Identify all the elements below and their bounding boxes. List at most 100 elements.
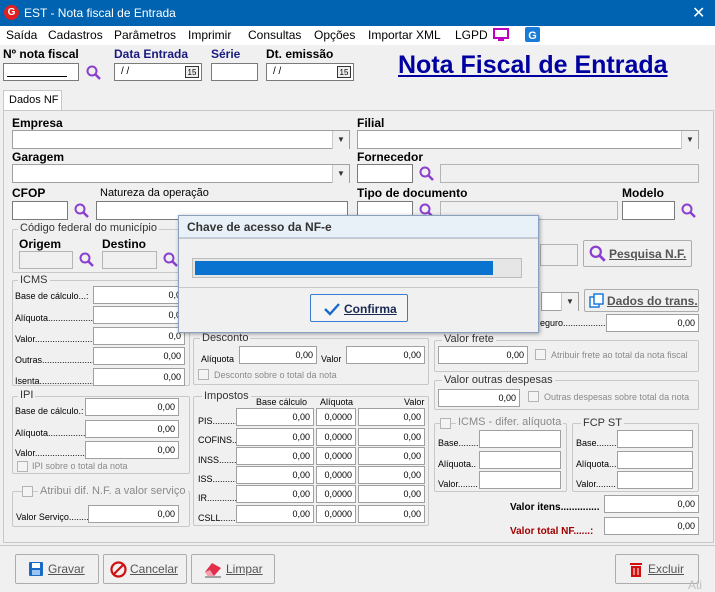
menu-lgpd[interactable]: LGPD	[455, 28, 488, 42]
inss-base-input[interactable]: 0,00	[236, 447, 314, 465]
search-icon[interactable]	[74, 203, 90, 219]
fcp-valor-input[interactable]	[617, 471, 693, 489]
valor-servico-input[interactable]: 0,00	[88, 505, 179, 523]
origem-input[interactable]	[19, 251, 73, 269]
destino-input[interactable]	[102, 251, 157, 269]
pis-aliquota-input[interactable]: 0,0000	[316, 408, 356, 426]
excluir-button[interactable]: Excluir	[615, 554, 699, 584]
window-title: EST - Nota fiscal de Entrada	[24, 6, 176, 20]
g-logo-icon[interactable]: G	[525, 27, 540, 42]
icms-difer-base-label: Base.........	[438, 438, 482, 448]
csll-aliquota-input[interactable]: 0,0000	[316, 505, 356, 523]
ipi-valor-label: Valor.....................	[15, 448, 88, 458]
csll-valor-input[interactable]: 0,00	[358, 505, 425, 523]
cancelar-button[interactable]: Cancelar	[103, 554, 187, 584]
pesquisa-nf-button[interactable]: Pesquisa N.F.	[583, 240, 692, 267]
outras-input[interactable]: 0,00	[438, 389, 520, 407]
ipi-total-checkbox[interactable]	[17, 461, 28, 472]
iss-base-input[interactable]: 0,00	[236, 466, 314, 484]
menu-cadastros[interactable]: Cadastros	[48, 28, 103, 42]
search-icon[interactable]	[79, 252, 95, 268]
search-icon[interactable]	[419, 166, 435, 182]
pis-base-input[interactable]: 0,00	[236, 408, 314, 426]
tipo-doc-label: Tipo de documento	[357, 186, 468, 200]
desconto-aliquota-input[interactable]: 0,00	[239, 346, 317, 364]
frete-checkbox[interactable]	[535, 349, 546, 360]
icms-difer-label: ICMS - difer. alíquota	[456, 416, 564, 428]
icms-valor-input[interactable]: 0,0	[93, 327, 185, 345]
valor-itens-label: Valor itens..............	[510, 502, 600, 513]
desconto-total-checkbox[interactable]	[198, 369, 209, 380]
menu-imprimir[interactable]: Imprimir	[188, 28, 231, 42]
nota-input[interactable]	[3, 63, 79, 81]
icms-group-label: ICMS	[18, 274, 50, 286]
cofins-base-input[interactable]: 0,00	[236, 428, 314, 446]
menu-importar-xml[interactable]: Importar XML	[368, 28, 441, 42]
search-icon[interactable]	[681, 203, 697, 219]
menu-parametros[interactable]: Parâmetros	[114, 28, 176, 42]
icms-aliquota-input[interactable]: 0,0	[93, 306, 185, 324]
pis-valor-input[interactable]: 0,00	[358, 408, 425, 426]
transportadora-select[interactable]: ▼	[541, 292, 579, 311]
desconto-valor-input[interactable]: 0,00	[346, 346, 425, 364]
csll-base-input[interactable]: 0,00	[236, 505, 314, 523]
fcp-aliquota-input[interactable]	[617, 451, 693, 469]
eraser-icon	[205, 563, 221, 578]
gravar-button[interactable]: Gravar	[15, 554, 99, 584]
footer-divider	[0, 545, 715, 546]
ipi-valor-input[interactable]: 0,00	[85, 441, 179, 459]
iss-valor-input[interactable]: 0,00	[358, 466, 425, 484]
icms-difer-aliquota-input[interactable]	[479, 451, 561, 469]
filial-select[interactable]: ▼	[357, 130, 699, 149]
origem-label: Origem	[19, 237, 62, 251]
ir-aliquota-input[interactable]: 0,0000	[316, 485, 356, 503]
cfop-input[interactable]	[12, 201, 68, 220]
cofins-aliquota-input[interactable]: 0,0000	[316, 428, 356, 446]
pesquisa-field	[540, 244, 578, 266]
empresa-label: Empresa	[12, 116, 63, 130]
icms-outras-input[interactable]: 0,00	[93, 347, 185, 365]
limpar-button[interactable]: Limpar	[191, 554, 275, 584]
iss-aliquota-input[interactable]: 0,0000	[316, 466, 356, 484]
dados-trans-button[interactable]: Dados do trans.	[584, 289, 699, 312]
calendar-icon[interactable]: 15	[185, 66, 199, 78]
icms-difer-valor-input[interactable]	[479, 471, 561, 489]
seguro-input[interactable]: 0,00	[606, 314, 699, 332]
icms-difer-checkbox[interactable]	[440, 418, 451, 429]
search-icon[interactable]	[86, 65, 102, 81]
cofins-valor-input[interactable]: 0,00	[358, 428, 425, 446]
ir-base-input[interactable]: 0,00	[236, 485, 314, 503]
atribui-checkbox[interactable]	[22, 486, 33, 497]
ipi-base-input[interactable]: 0,00	[85, 398, 179, 416]
svg-text:G: G	[528, 30, 537, 42]
icms-isenta-input[interactable]: 0,00	[93, 368, 185, 386]
inss-valor-input[interactable]: 0,00	[358, 447, 425, 465]
close-icon[interactable]: ✕	[692, 3, 705, 23]
menu-consultas[interactable]: Consultas	[248, 28, 301, 42]
outras-checkbox[interactable]	[528, 391, 539, 402]
fornecedor-code-input[interactable]	[357, 164, 413, 183]
icms-difer-base-input[interactable]	[479, 430, 561, 448]
data-entrada-input[interactable]: / / 15	[114, 63, 202, 81]
empresa-select[interactable]: ▼	[12, 130, 350, 149]
tab-dados-nf[interactable]: Dados NF	[3, 90, 62, 111]
monitor-icon[interactable]	[493, 28, 509, 42]
frete-input[interactable]: 0,00	[438, 346, 528, 364]
confirma-button[interactable]: Confirma	[310, 294, 408, 322]
modelo-input[interactable]	[622, 201, 675, 220]
fcp-base-input[interactable]	[617, 430, 693, 448]
serie-input[interactable]	[211, 63, 258, 81]
menu-opcoes[interactable]: Opções	[314, 28, 355, 42]
outras-check-label: Outras despesas sobre total da nota	[544, 392, 690, 402]
menu-saida[interactable]: Saída	[6, 28, 37, 42]
search-icon[interactable]	[163, 252, 179, 268]
dt-emissao-input[interactable]: / / 15	[266, 63, 354, 81]
icms-base-input[interactable]: 0,0	[93, 286, 185, 304]
calendar-icon[interactable]: 15	[337, 66, 351, 78]
frete-check-label: Atribuir frete ao total da nota fiscal	[551, 350, 688, 360]
ipi-aliquota-input[interactable]: 0,00	[85, 420, 179, 438]
impostos-col-base: Base cálculo	[256, 397, 308, 407]
garagem-select[interactable]: ▼	[12, 164, 350, 183]
ir-valor-input[interactable]: 0,00	[358, 485, 425, 503]
inss-aliquota-input[interactable]: 0,0000	[316, 447, 356, 465]
